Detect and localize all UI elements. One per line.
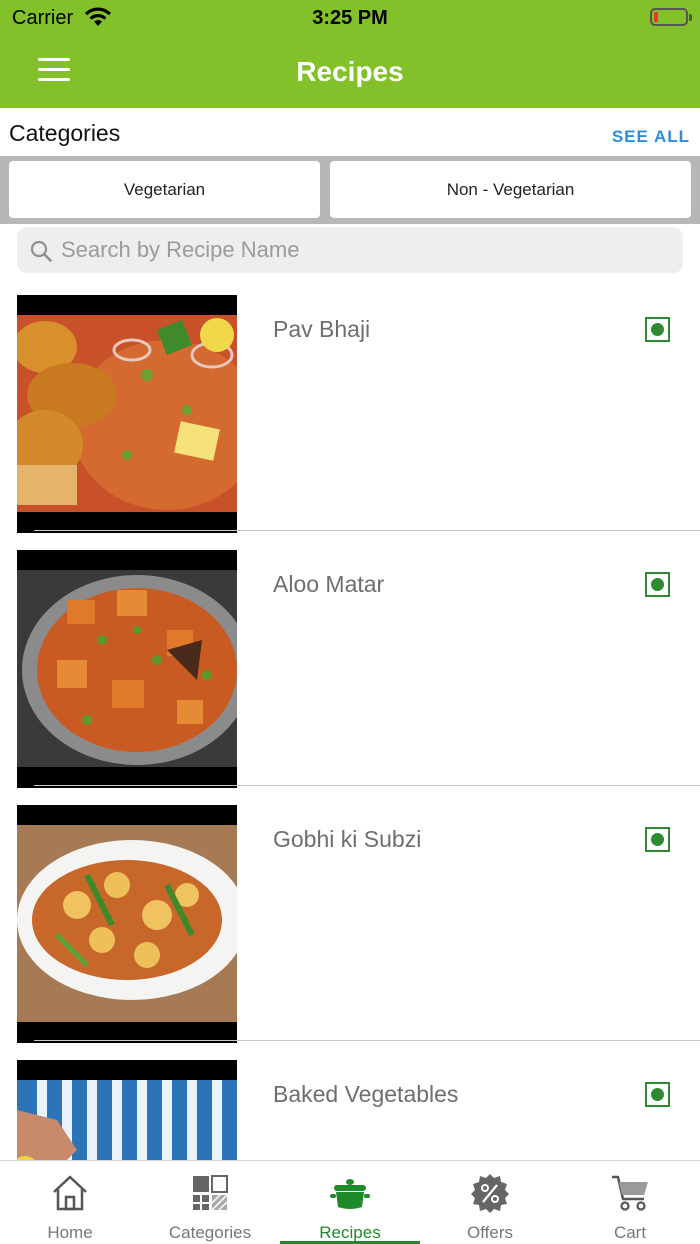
veg-indicator-icon xyxy=(645,827,670,852)
recipes-screen: Carrier 3:25 PM Recipes Categories SEE A… xyxy=(0,0,700,1244)
category-non-vegetarian-button[interactable]: Non - Vegetarian xyxy=(330,161,691,218)
recipe-name: Pav Bhaji xyxy=(273,316,371,342)
recipe-row-baked-vegetables[interactable]: Baked Vegetables xyxy=(0,1041,700,1160)
recipe-row-aloo-matar[interactable]: Aloo Matar xyxy=(0,531,700,788)
tab-label: Offers xyxy=(467,1223,513,1242)
recipe-row-gobhi-ki-subzi[interactable]: Gobhi ki Subzi xyxy=(0,786,700,1043)
tab-categories[interactable]: Categories xyxy=(140,1161,280,1244)
bottom-tab-bar: Home Categories Recipes Offers Cart xyxy=(0,1160,700,1244)
recipe-image-baked-vegetables xyxy=(17,1060,237,1160)
search-icon xyxy=(30,240,52,262)
tab-label: Categories xyxy=(168,1223,252,1242)
recipe-name: Baked Vegetables xyxy=(273,1081,459,1107)
search-field[interactable] xyxy=(17,227,683,273)
tab-label: Home xyxy=(47,1223,93,1242)
page-title: Recipes xyxy=(296,56,404,87)
battery-icon xyxy=(650,8,692,26)
search-input[interactable] xyxy=(61,227,661,273)
tab-offers[interactable]: Offers xyxy=(420,1161,560,1244)
tab-cart[interactable]: Cart xyxy=(560,1161,700,1244)
clock: 3:25 PM xyxy=(312,7,388,29)
home-icon xyxy=(53,1175,87,1211)
status-bar: Carrier 3:25 PM xyxy=(0,0,700,36)
search-bar xyxy=(0,224,700,276)
tab-home[interactable]: Home xyxy=(0,1161,140,1244)
cooking-pot-icon xyxy=(330,1179,370,1209)
veg-indicator-icon xyxy=(645,572,670,597)
recipe-row-pav-bhaji[interactable]: Pav Bhaji xyxy=(0,276,700,533)
veg-indicator-icon xyxy=(645,317,670,342)
see-all-button[interactable]: SEE ALL xyxy=(612,127,690,147)
tab-recipes[interactable]: Recipes xyxy=(280,1161,420,1244)
category-strip: Vegetarian Non - Vegetarian xyxy=(0,156,700,224)
discount-badge-icon xyxy=(471,1174,509,1213)
recipe-name: Aloo Matar xyxy=(273,571,385,597)
categories-header: Categories SEE ALL xyxy=(0,108,700,156)
category-vegetarian-button[interactable]: Vegetarian xyxy=(9,161,320,218)
recipe-name: Gobhi ki Subzi xyxy=(273,826,422,852)
recipe-image-gobhi-ki-subzi xyxy=(17,805,237,1043)
recipe-image-aloo-matar xyxy=(17,550,237,788)
categories-title: Categories xyxy=(9,120,121,146)
categories-icon xyxy=(193,1175,228,1211)
tab-label: Recipes xyxy=(319,1223,381,1242)
cart-icon xyxy=(612,1175,648,1211)
app-header: Carrier 3:25 PM Recipes xyxy=(0,0,700,108)
recipe-image-pav-bhaji xyxy=(17,295,237,533)
recipe-list: Pav Bhaji Aloo Matar Gobhi ki Subzi Bake… xyxy=(0,276,700,1160)
tab-label: Cart xyxy=(613,1223,647,1242)
veg-indicator-icon xyxy=(645,1082,670,1107)
